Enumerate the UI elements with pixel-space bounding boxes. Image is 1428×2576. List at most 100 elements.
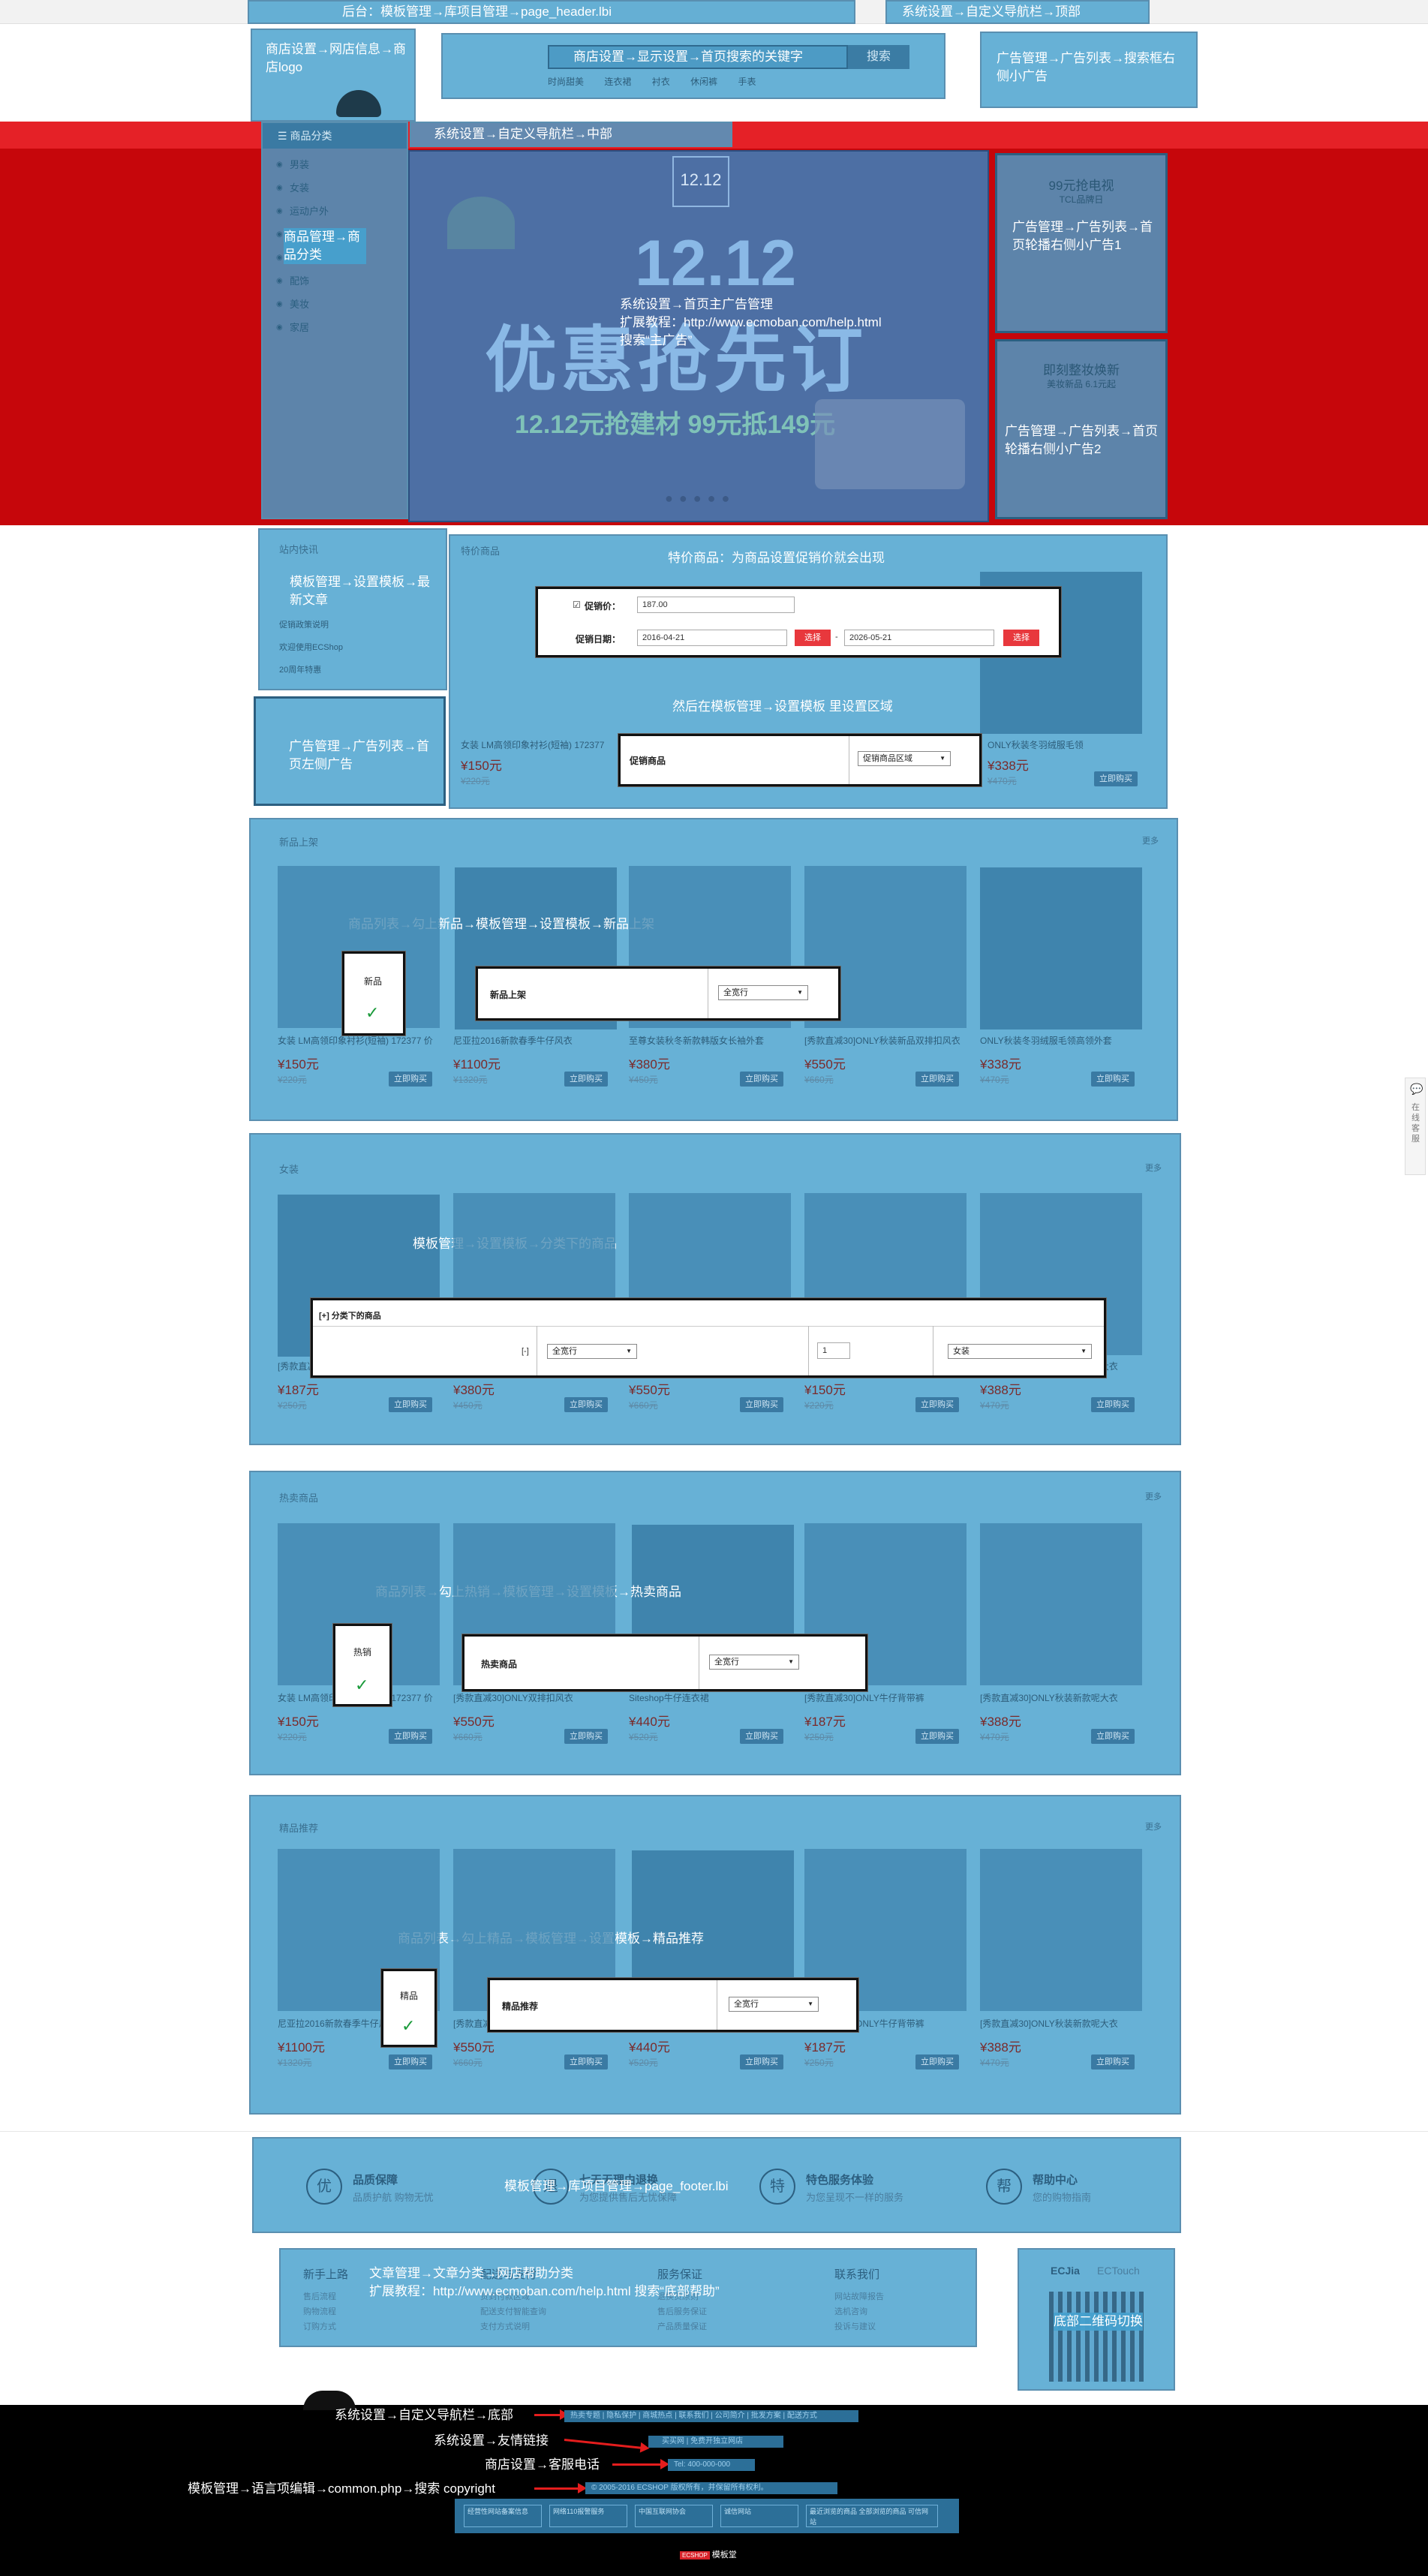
hot-region-select[interactable]: 全宽行	[709, 1655, 799, 1670]
category-item[interactable]: 家居	[270, 316, 405, 339]
footer-badge[interactable]: 最近浏览的商品 全部浏览的商品 可信网站	[806, 2505, 938, 2527]
footer-badge[interactable]: 中国互联网协会	[635, 2505, 713, 2527]
hot-keyword[interactable]: 手表	[738, 77, 756, 87]
women-cat-select[interactable]: 女装	[948, 1344, 1092, 1359]
buy-now-button[interactable]: 立即购买	[740, 1072, 783, 1087]
new-more-link[interactable]: 更多	[1142, 834, 1159, 846]
women-more-link[interactable]: 更多	[1145, 1162, 1162, 1174]
promo-date-end[interactable]: 2026-05-21	[844, 630, 994, 646]
product-name[interactable]: Siteshop牛仔连衣裙	[629, 1691, 791, 1704]
banner-dots[interactable]: ●●●●●	[665, 491, 735, 506]
product-name[interactable]: 尼亚拉2016新款春季牛仔风衣	[453, 1034, 615, 1047]
help-link[interactable]: 投诉与建议	[834, 2320, 876, 2332]
promo-region-select[interactable]: 促销商品区域	[858, 751, 951, 766]
buy-now-button[interactable]: 立即购买	[915, 1729, 959, 1744]
best-more-link[interactable]: 更多	[1145, 1820, 1162, 1832]
bottom-nav-links[interactable]: 热卖专题 | 隐私保护 | 商城热点 | 联系我们 | 公司简介 | 批发方案 …	[564, 2410, 858, 2422]
category-item[interactable]: 运动户外	[270, 200, 405, 223]
news-item[interactable]: 20周年特惠	[279, 663, 321, 675]
hot-check-mark[interactable]: ✓	[355, 1676, 368, 1695]
product-image[interactable]	[980, 1849, 1142, 2011]
buy-now-button[interactable]: 立即购买	[1091, 1072, 1135, 1087]
buy-now-button[interactable]: 立即购买	[564, 1072, 608, 1087]
buy-now-button[interactable]: 立即购买	[740, 1397, 783, 1412]
hot-more-link[interactable]: 更多	[1145, 1490, 1162, 1502]
buy-now-button[interactable]: 立即购买	[389, 1729, 432, 1744]
buy-now-button[interactable]: 立即购买	[1091, 1397, 1135, 1412]
hot-keyword[interactable]: 连衣裙	[604, 77, 631, 87]
product-name[interactable]: 女装 LM高领印象衬衫(短袖) 172377	[461, 738, 611, 751]
news-item[interactable]: 欢迎使用ECShop	[279, 641, 343, 653]
buy-now-button[interactable]: 立即购买	[564, 1397, 608, 1412]
side-ad-2[interactable]: 即刻整妆焕新 美妆新品 6.1元起 广告管理→广告列表→首页轮播右侧小广告2	[995, 339, 1168, 519]
buy-now-button[interactable]: 立即购买	[564, 2054, 608, 2070]
footer-badge[interactable]: 诚信网站	[720, 2505, 798, 2527]
hot-keyword[interactable]: 休闲裤	[690, 77, 717, 87]
category-item[interactable]: 美妆	[270, 293, 405, 316]
news-item[interactable]: 促销政策说明	[279, 618, 329, 630]
buy-now-button[interactable]: 立即购买	[389, 2054, 432, 2070]
product-name[interactable]: [秀款直减30]ONLY牛仔背带裤	[804, 1691, 967, 1704]
new-region-select[interactable]: 全宽行	[718, 985, 808, 1000]
women-region-select[interactable]: 全宽行	[547, 1344, 637, 1359]
help-link[interactable]: 选机咨询	[834, 2305, 867, 2317]
side-ad-1[interactable]: 99元抢电视 TCL品牌日 广告管理→广告列表→首页轮播右侧小广告1	[995, 153, 1168, 333]
help-link[interactable]: 网站故障报告	[834, 2290, 884, 2302]
left-ad-panel[interactable]: 广告管理→广告列表→首页左侧广告	[254, 696, 446, 806]
buy-now-button[interactable]: 立即购买	[1091, 1729, 1135, 1744]
help-link[interactable]: 购物流程	[303, 2305, 336, 2317]
promo-date-start[interactable]: 2016-04-21	[637, 630, 787, 646]
promo-price-input[interactable]: 187.00	[637, 597, 795, 613]
buy-now-button[interactable]: 立即购买	[564, 1729, 608, 1744]
collapse-toggle[interactable]: [-]	[522, 1347, 529, 1356]
product-name[interactable]: 女装 LM高领印象衬衫(短袖) 172377 价	[278, 1034, 440, 1047]
hot-keyword[interactable]: 衬衣	[652, 77, 670, 87]
buy-now-button[interactable]: 立即购买	[915, 1397, 959, 1412]
product-name[interactable]: [秀款直减30]ONLY秋装新款呢大衣	[980, 2017, 1142, 2030]
buy-now-button[interactable]: 立即购买	[389, 1397, 432, 1412]
buy-now-button[interactable]: 立即购买	[1094, 771, 1138, 786]
product-name[interactable]: ONLY秋装冬羽绒服毛领	[988, 738, 1153, 751]
category-item[interactable]: 女装	[270, 176, 405, 200]
product-name[interactable]: ONLY秋装冬羽绒服毛领高领外套	[980, 1034, 1142, 1047]
new-check-mark[interactable]: ✓	[365, 1003, 379, 1023]
qr-tab-ecjia[interactable]: ECJia	[1051, 2265, 1080, 2277]
footer-badge[interactable]: 经营性网站备案信息	[464, 2505, 542, 2527]
category-item[interactable]: 男装	[270, 153, 405, 176]
buy-now-button[interactable]: 立即购买	[740, 2054, 783, 2070]
help-link[interactable]: 售后流程	[303, 2290, 336, 2302]
friend-links[interactable]: 买买网 | 免费开独立网店	[648, 2436, 783, 2448]
product-name[interactable]: [秀款直减30]ONLY秋装新品双排扣风衣	[804, 1034, 967, 1047]
promo-date-end-pick[interactable]: 选择	[1003, 630, 1039, 646]
product-image[interactable]	[980, 867, 1142, 1029]
buy-now-button[interactable]: 立即购买	[1091, 2054, 1135, 2070]
search-button[interactable]: 搜索	[848, 45, 909, 69]
help-link[interactable]: 支付方式说明	[480, 2320, 530, 2332]
logo-overlay[interactable]: 商店设置→网店信息→商店logo	[251, 29, 416, 122]
women-count-input[interactable]: 1	[817, 1342, 850, 1359]
top-nav-overlay[interactable]: 系统设置→自定义导航栏→顶部	[885, 0, 1150, 24]
buy-now-button[interactable]: 立即购买	[915, 1072, 959, 1087]
main-banner[interactable]: 12.12 12.12 优惠抢先订 12.12元抢建材 99元抵149元 ●●●…	[408, 150, 989, 522]
search-ad-overlay[interactable]: 广告管理→广告列表→搜索框右侧小广告	[980, 32, 1198, 108]
hot-keyword[interactable]: 时尚甜美	[548, 77, 584, 87]
help-link[interactable]: 配送支付智能查询	[480, 2305, 546, 2317]
product-name[interactable]: 至尊女装秋冬新款韩版女长袖外套	[629, 1034, 791, 1047]
buy-now-button[interactable]: 立即购买	[915, 2054, 959, 2070]
product-name[interactable]: [秀款直减30]ONLY秋装新款呢大衣	[980, 1691, 1142, 1704]
buy-now-button[interactable]: 立即购买	[740, 1729, 783, 1744]
help-link[interactable]: 售后服务保证	[657, 2305, 707, 2317]
best-region-select[interactable]: 全宽行	[729, 1997, 819, 2012]
best-check-mark[interactable]: ✓	[401, 2016, 415, 2036]
buy-now-button[interactable]: 立即购买	[389, 1072, 432, 1087]
category-item[interactable]: 配饰	[270, 269, 405, 293]
qr-tab-ectouch[interactable]: ECTouch	[1097, 2265, 1140, 2277]
product-name[interactable]: [秀款直减30]ONLY双排扣风衣	[453, 1691, 615, 1704]
checkbox-icon[interactable]: ☑	[573, 600, 581, 610]
side-service-widget[interactable]: 💬 在线客服	[1405, 1078, 1426, 1175]
help-link[interactable]: 产品质量保证	[657, 2320, 707, 2332]
promo-date-start-pick[interactable]: 选择	[795, 630, 831, 646]
help-link[interactable]: 订购方式	[303, 2320, 336, 2332]
product-image[interactable]	[980, 1523, 1142, 1685]
footer-badge[interactable]: 网络110报警服务	[549, 2505, 627, 2527]
